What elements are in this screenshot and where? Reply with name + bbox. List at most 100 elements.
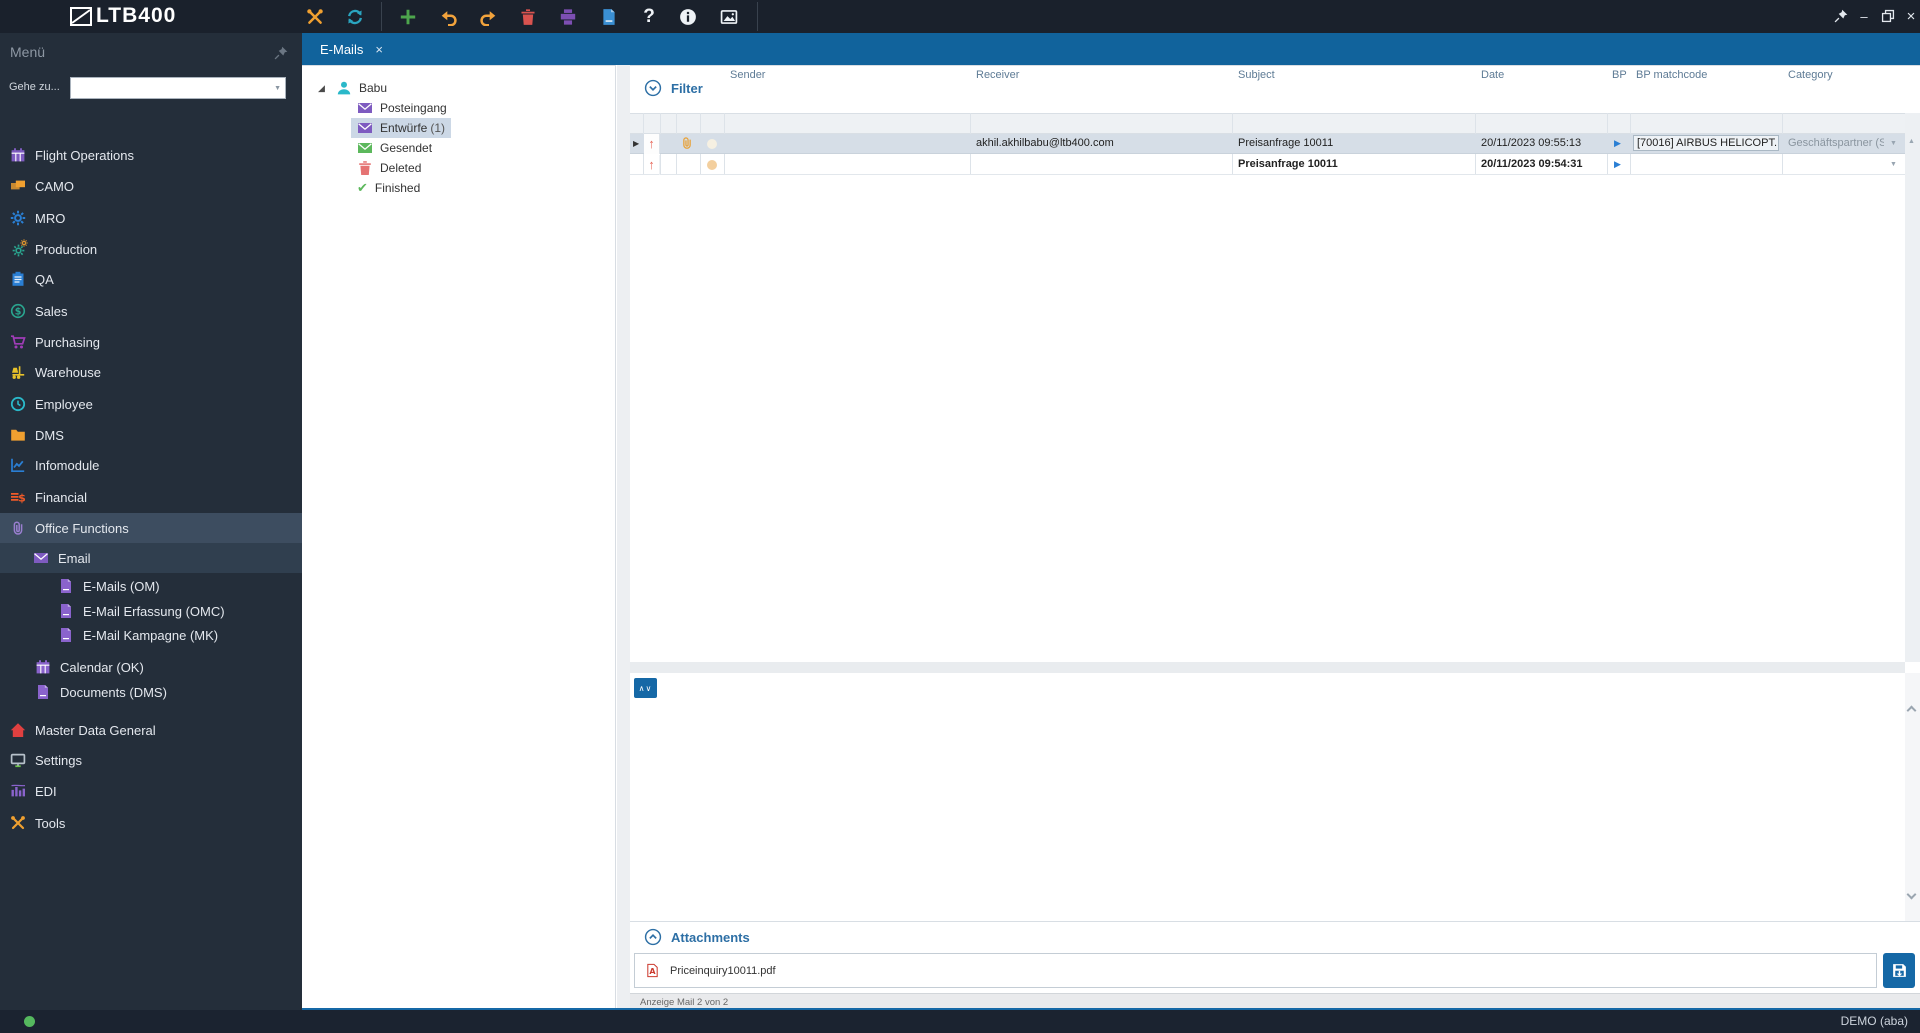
display-count-text: Anzeige Mail 2 von 2 <box>640 997 729 1008</box>
sidebar-item-label: Settings <box>35 752 82 768</box>
restore-icon <box>1881 9 1895 23</box>
minimize-button[interactable]: – <box>1854 7 1874 25</box>
sidebar-item-financial[interactable]: Financial <box>0 482 302 512</box>
goto-input[interactable]: ▼ <box>70 77 286 99</box>
attachments-label: Attachments <box>671 929 750 945</box>
save-icon <box>1892 964 1906 977</box>
tree-folder-finished[interactable]: ✔ Finished <box>351 178 426 198</box>
pin-window-button[interactable] <box>1831 7 1851 25</box>
tree-folder-label: Finished <box>374 181 421 195</box>
cell-category[interactable]: Geschäftspartner (S <box>1788 137 1884 149</box>
tab-close-icon[interactable]: × <box>375 43 383 56</box>
category-dropdown-icon[interactable]: ▼ <box>1890 161 1897 168</box>
redo-button[interactable] <box>476 6 502 28</box>
sidebar-item-email-kampagne-mk[interactable]: E-Mail Kampagne (MK) <box>0 620 302 650</box>
column-header-bp-matchcode[interactable]: BP matchcode <box>1636 69 1707 81</box>
sidebar-item-label: Sales <box>35 303 68 319</box>
sidebar-item-office-functions[interactable]: Office Functions <box>0 513 302 543</box>
tree-expander-icon[interactable]: ◢ <box>318 83 325 94</box>
tree-folder-entwuerfe[interactable]: Entwürfe (1) <box>351 118 452 138</box>
line-chart-icon <box>10 457 26 473</box>
attachments-section-header[interactable]: Attachments <box>644 928 750 946</box>
print-button[interactable] <box>555 6 581 28</box>
sidebar-item-documents-dms[interactable]: Documents (DMS) <box>0 677 302 707</box>
tree-folder-label: Entwürfe <box>380 121 428 135</box>
printer-icon <box>559 8 577 26</box>
file-icon <box>58 578 74 594</box>
mail-row-2[interactable]: ↑ Preisanfrage 10011 20/11/2023 09:54:31… <box>630 155 1905 175</box>
mail-list-scrollbar[interactable]: ▲ <box>1905 113 1920 662</box>
sidebar-item-sales[interactable]: Sales <box>0 296 302 326</box>
attachment-file-name[interactable]: Priceinquiry10011.pdf <box>670 965 776 977</box>
tree-folder-deleted[interactable]: Deleted <box>351 158 427 178</box>
tree-folder-posteingang[interactable]: Posteingang <box>351 98 453 118</box>
close-window-button[interactable]: × <box>1901 7 1920 25</box>
bp-link-icon[interactable]: ▶ <box>1614 160 1621 169</box>
delete-button[interactable] <box>515 6 541 28</box>
sidebar-item-production[interactable]: Production <box>0 234 302 264</box>
panel-splitter[interactable] <box>617 65 630 1010</box>
chevron-circle-up-icon[interactable] <box>644 928 662 946</box>
sent-arrow-icon: ↑ <box>644 134 660 154</box>
sidebar-item-mro[interactable]: MRO <box>0 203 302 233</box>
column-header-sender[interactable]: Sender <box>730 69 765 81</box>
chevron-circle-down-icon[interactable] <box>644 79 662 97</box>
save-attachment-button[interactable] <box>1883 953 1915 988</box>
logo-mark-icon <box>70 6 92 26</box>
pdf-file-icon: A <box>647 963 658 978</box>
sidebar-item-flight-operations[interactable]: Flight Operations <box>0 140 302 170</box>
undo-button[interactable] <box>435 6 461 28</box>
column-header-date[interactable]: Date <box>1481 69 1504 81</box>
cell-bp-matchcode[interactable]: [70016] AIRBUS HELICOPT... <box>1633 135 1779 151</box>
menu-pin-button[interactable] <box>274 46 288 60</box>
preview-splitter[interactable] <box>630 662 1905 673</box>
sidebar-item-employee[interactable]: Employee <box>0 389 302 419</box>
category-dropdown-icon[interactable]: ▼ <box>1890 140 1897 147</box>
preview-scrollbar[interactable] <box>1905 673 1920 921</box>
image-button[interactable] <box>716 6 742 28</box>
sidebar-item-tools[interactable]: Tools <box>0 808 302 838</box>
sidebar-item-purchasing[interactable]: Purchasing <box>0 327 302 357</box>
sidebar-item-warehouse[interactable]: Warehouse <box>0 357 302 387</box>
attachment-paperclip-icon <box>680 136 694 150</box>
sidebar-item-edi[interactable]: EDI <box>0 776 302 806</box>
status-dot <box>707 139 717 149</box>
tree-root-babu[interactable]: Babu <box>330 78 393 98</box>
info-button[interactable] <box>675 6 701 28</box>
tab-emails[interactable]: E-Mails × <box>310 33 393 65</box>
cell-subject: Preisanfrage 10011 <box>1238 158 1338 170</box>
scroll-down-icon[interactable] <box>1906 889 1917 900</box>
column-header-receiver[interactable]: Receiver <box>976 69 1019 81</box>
sidebar-item-master-data-general[interactable]: Master Data General <box>0 715 302 745</box>
bp-link-icon[interactable]: ▶ <box>1614 139 1621 148</box>
column-header-bp[interactable]: BP <box>1612 69 1627 81</box>
connection-status-dot <box>24 1016 35 1027</box>
sidebar-item-dms[interactable]: DMS <box>0 420 302 450</box>
sidebar-item-settings[interactable]: Settings <box>0 745 302 775</box>
refresh-button[interactable] <box>342 6 368 28</box>
restore-button[interactable] <box>1878 7 1898 25</box>
sidebar-item-camo[interactable]: CAMO <box>0 171 302 201</box>
mail-row-1[interactable]: ▶ ↑ akhil.akhilbabu@ltb400.com Preisanfr… <box>630 134 1905 154</box>
scroll-up-icon[interactable]: ▲ <box>1908 138 1915 145</box>
add-button[interactable] <box>395 6 421 28</box>
menu-title: Menü <box>10 44 46 60</box>
column-header-category[interactable]: Category <box>1788 69 1833 81</box>
bar-chart-icon <box>10 783 26 799</box>
sidebar-item-qa[interactable]: QA <box>0 264 302 294</box>
scroll-up-icon[interactable] <box>1906 705 1917 716</box>
filter-section-header[interactable]: Filter <box>644 79 703 97</box>
sidebar-item-infomodule[interactable]: Infomodule <box>0 450 302 480</box>
help-button[interactable]: ? <box>636 6 662 28</box>
house-icon <box>10 722 26 738</box>
new-document-button[interactable] <box>596 6 622 28</box>
sidebar-item-label: E-Mails (OM) <box>83 578 160 594</box>
mail-table-header <box>630 113 1905 134</box>
tree-folder-gesendet[interactable]: Gesendet <box>351 138 438 158</box>
tools-button[interactable] <box>302 6 328 28</box>
preview-toggle-button[interactable]: ∧∨ <box>634 678 657 698</box>
toolbar-separator <box>381 2 382 31</box>
calendar-icon <box>35 659 51 675</box>
column-header-subject[interactable]: Subject <box>1238 69 1275 81</box>
sidebar-item-email[interactable]: Email <box>0 543 302 573</box>
